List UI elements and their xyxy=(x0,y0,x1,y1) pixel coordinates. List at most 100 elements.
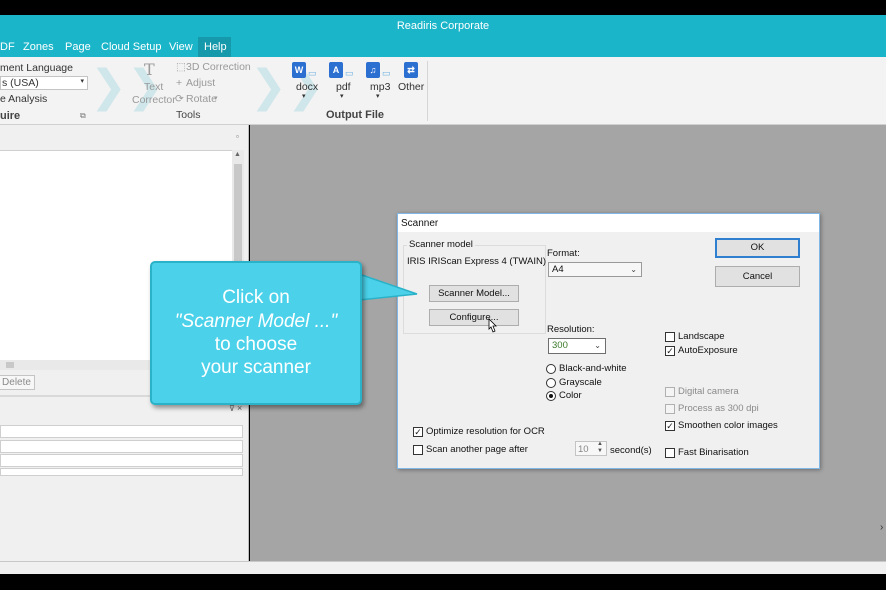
pin-icon-2[interactable]: ⊽ xyxy=(229,404,235,413)
3d-correction-button[interactable]: 3D Correction xyxy=(186,61,251,73)
callout-pointer xyxy=(358,272,418,301)
process-300-label[interactable]: Process as 300 dpi xyxy=(678,403,759,414)
color-label[interactable]: Color xyxy=(559,390,582,401)
other-label[interactable]: Other xyxy=(398,81,424,93)
other-format-icon[interactable]: ⇄ xyxy=(404,62,418,78)
menu-view[interactable]: View xyxy=(163,37,199,57)
scanner-dialog: Scanner Scanner model IRIS IRIScan Expre… xyxy=(397,213,820,469)
rotate-button[interactable]: Rotate xyxy=(186,93,217,105)
process-300-checkbox[interactable] xyxy=(665,404,675,414)
adjust-button[interactable]: Adjust xyxy=(186,77,215,89)
chevron-down-icon: ⌄ xyxy=(594,341,601,350)
property-row[interactable] xyxy=(0,425,243,438)
mp3-file-icon[interactable]: ♫ xyxy=(366,62,380,78)
digital-camera-label[interactable]: Digital camera xyxy=(678,386,739,397)
pin-icon[interactable]: ▫ xyxy=(236,132,239,141)
seconds-spinner[interactable]: 10 ▲ ▼ xyxy=(575,441,607,456)
spin-down-icon[interactable]: ▼ xyxy=(597,448,603,454)
acquire-group-label: uire xyxy=(0,110,21,122)
property-row[interactable] xyxy=(0,468,243,476)
resolution-select[interactable]: 300 ⌄ xyxy=(548,338,606,354)
grayscale-radio[interactable] xyxy=(546,378,556,388)
ribbon: ment Language s (USA) ▾ e Analysis uire … xyxy=(0,57,886,125)
callout-line3: to choose xyxy=(214,334,298,355)
folder-icon: ▭ xyxy=(382,68,391,78)
mp3-chevron-icon: ▾ xyxy=(376,93,380,100)
resolution-label: Resolution: xyxy=(547,324,595,335)
seconds-unit: second(s) xyxy=(610,445,652,456)
black-and-white-radio[interactable] xyxy=(546,364,556,374)
title-bar: Readiris Corporate xyxy=(0,15,886,37)
black-and-white-label[interactable]: Black-and-white xyxy=(559,363,627,374)
output-group-label: Output File xyxy=(326,109,385,121)
delete-button[interactable]: Delete xyxy=(0,375,35,390)
scan-another-checkbox[interactable] xyxy=(413,445,423,455)
format-select[interactable]: A4 ⌄ xyxy=(548,262,642,277)
scan-another-label[interactable]: Scan another page after xyxy=(426,444,528,455)
optimize-resolution-label[interactable]: Optimize resolution for OCR xyxy=(426,426,545,437)
mouse-cursor-icon xyxy=(488,318,497,333)
cancel-button[interactable]: Cancel xyxy=(715,266,800,287)
3d-correction-icon: ⬚ xyxy=(176,61,186,73)
menu-page[interactable]: Page xyxy=(59,37,97,57)
fast-binarisation-checkbox[interactable] xyxy=(665,448,675,458)
scroll-up-icon[interactable]: ▲ xyxy=(234,151,241,158)
optimize-resolution-checkbox[interactable]: ✓ xyxy=(413,427,423,437)
tutorial-callout: Click on "Scanner Model ..." to choose y… xyxy=(150,261,362,405)
adjust-icon: + xyxy=(176,77,183,89)
fast-binarisation-label[interactable]: Fast Binarisation xyxy=(678,447,749,458)
resolution-value: 300 xyxy=(552,340,568,351)
chevron-down-icon: ▾ xyxy=(80,78,84,85)
language-dropdown[interactable]: s (USA) ▾ xyxy=(0,76,88,90)
scanner-model-button[interactable]: Scanner Model... xyxy=(429,285,519,302)
dialog-title-bar: Scanner xyxy=(398,214,819,232)
property-row[interactable] xyxy=(0,454,243,467)
dialog-launcher-icon[interactable]: ⧉ xyxy=(80,111,86,121)
color-radio[interactable] xyxy=(546,391,556,401)
ribbon-divider xyxy=(427,61,428,121)
pdf-file-icon[interactable]: A xyxy=(329,62,343,78)
docx-chevron-icon: ▾ xyxy=(302,93,306,100)
format-value: A4 xyxy=(552,264,564,275)
docx-label[interactable]: docx xyxy=(296,81,318,93)
rotate-chevron-icon: ▾ xyxy=(214,95,218,102)
configure-button[interactable]: Configure... xyxy=(429,309,519,326)
folder-icon: ▭ xyxy=(308,68,317,78)
folder-icon: ▭ xyxy=(345,68,354,78)
window-title: Readiris Corporate xyxy=(396,20,490,32)
smoothen-label[interactable]: Smoothen color images xyxy=(678,420,778,431)
spin-up-icon[interactable]: ▲ xyxy=(597,441,603,447)
callout-line2: "Scanner Model ..." xyxy=(174,311,338,332)
chevron-down-icon: ⌄ xyxy=(630,265,637,274)
text-corrector-line1[interactable]: Text xyxy=(144,81,163,93)
tools-group-label: Tools xyxy=(176,109,201,121)
callout-line4: your scanner xyxy=(201,357,311,378)
horizontal-scrollbar-thumb[interactable] xyxy=(6,362,14,368)
ok-button[interactable]: OK xyxy=(715,238,800,258)
page-analysis-label[interactable]: e Analysis xyxy=(0,93,47,105)
pdf-chevron-icon: ▾ xyxy=(340,93,344,100)
property-row[interactable] xyxy=(0,440,243,453)
language-value: s (USA) xyxy=(2,77,39,89)
landscape-checkbox[interactable] xyxy=(665,332,675,342)
landscape-label[interactable]: Landscape xyxy=(678,331,724,342)
auto-exposure-label[interactable]: AutoExposure xyxy=(678,345,738,356)
auto-exposure-checkbox[interactable]: ✓ xyxy=(665,346,675,356)
smoothen-checkbox[interactable]: ✓ xyxy=(665,421,675,431)
rotate-icon: ⟳ xyxy=(175,93,184,105)
canvas-edge-marker: › xyxy=(880,522,884,533)
callout-line1: Click on xyxy=(222,287,290,308)
grayscale-label[interactable]: Grayscale xyxy=(559,377,602,388)
text-corrector-line2[interactable]: Corrector xyxy=(132,94,176,106)
menu-help[interactable]: Help xyxy=(198,37,231,57)
mp3-label[interactable]: mp3 xyxy=(370,81,390,93)
document-language-label: ment Language xyxy=(0,62,73,74)
word-file-icon[interactable]: W xyxy=(292,62,306,78)
digital-camera-checkbox[interactable] xyxy=(665,387,675,397)
menu-zones[interactable]: Zones xyxy=(17,37,60,57)
scanner-name: IRIS IRIScan Express 4 (TWAIN) xyxy=(407,256,547,267)
menu-cloud-setup[interactable]: Cloud Setup xyxy=(95,37,168,57)
dialog-title: Scanner xyxy=(401,218,439,229)
text-corrector-icon: T xyxy=(144,60,155,79)
format-label: Format: xyxy=(547,248,580,259)
